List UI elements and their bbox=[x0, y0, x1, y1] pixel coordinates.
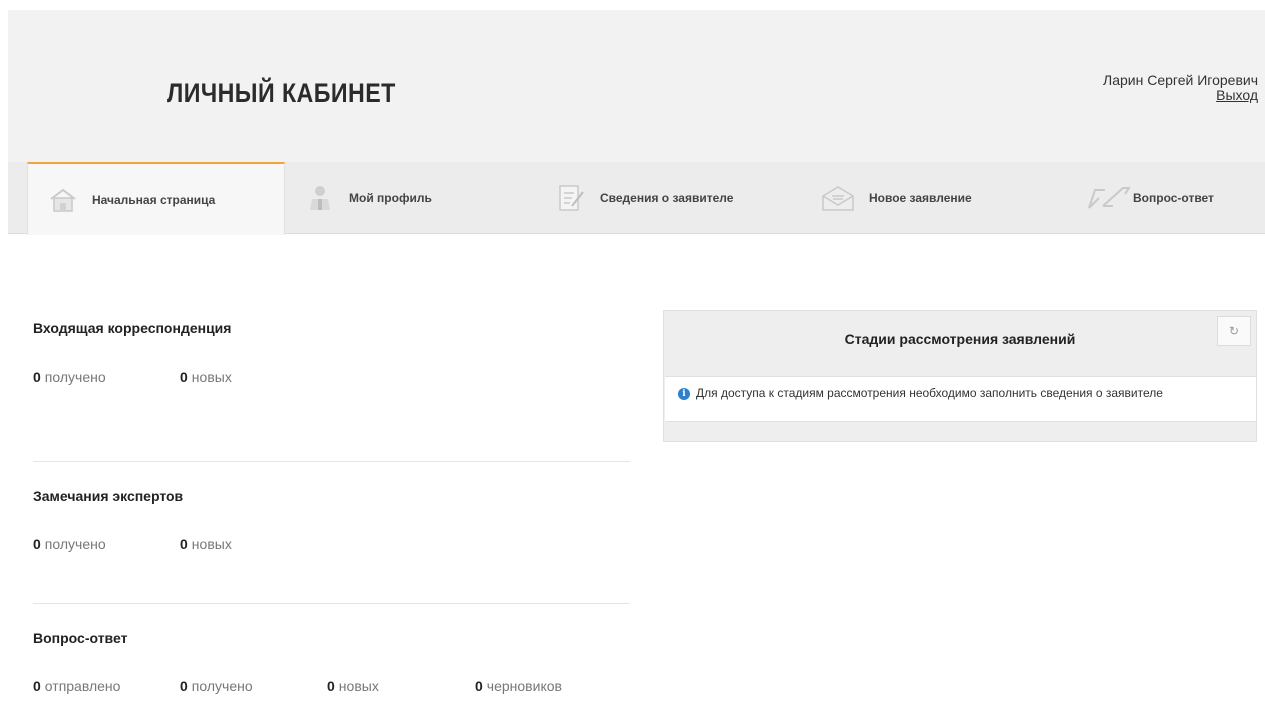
tab-home[interactable]: Начальная страница bbox=[27, 162, 285, 235]
profile-icon bbox=[305, 184, 335, 212]
stats-column: Входящая корреспонденция 0 получено 0 новы… bbox=[33, 320, 630, 722]
stat-block-expert-remarks: Замечания экспертов 0 получено 0 новых bbox=[33, 462, 630, 604]
page-header: ЛИЧНЫЙ КАБИНЕТ Ларин Сергей Игоревич Вых… bbox=[8, 10, 1265, 162]
stat-drafts[interactable]: 0 черновиков bbox=[475, 678, 562, 694]
arrows-icon bbox=[1085, 184, 1131, 212]
stat-new[interactable]: 0 новых bbox=[180, 369, 232, 385]
user-box: Ларин Сергей Игоревич Выход bbox=[1103, 73, 1258, 103]
stat-title[interactable]: Входящая корреспонденция bbox=[33, 320, 231, 336]
review-stages-panel: Стадии рассмотрения заявлений ↻ i Для до… bbox=[663, 310, 1257, 442]
stat-block-qa: Вопрос-ответ 0 отправлено 0 получено 0 новы… bbox=[33, 604, 630, 722]
tab-label: Новое заявление bbox=[869, 191, 972, 205]
info-icon: i bbox=[678, 388, 690, 400]
tab-label: Начальная страница bbox=[92, 192, 216, 207]
stat-received[interactable]: 0 получено bbox=[33, 536, 106, 552]
stat-received[interactable]: 0 получено bbox=[180, 678, 253, 694]
info-text: Для доступа к стадиям рассмотрения необх… bbox=[696, 386, 1163, 400]
stat-new[interactable]: 0 новых bbox=[180, 536, 232, 552]
envelope-icon bbox=[821, 184, 855, 212]
document-edit-icon bbox=[556, 184, 586, 212]
panel-title: Стадии рассмотрения заявлений bbox=[844, 331, 1076, 347]
tab-label: Мой профиль bbox=[349, 191, 432, 205]
refresh-icon: ↻ bbox=[1228, 324, 1240, 338]
tab-new-application[interactable]: Новое заявление bbox=[821, 162, 1051, 234]
stat-sent[interactable]: 0 отправлено bbox=[33, 678, 120, 694]
refresh-button[interactable]: ↻ bbox=[1217, 316, 1251, 346]
main-tabs: Начальная страница Мой профиль Сведения … bbox=[8, 162, 1265, 235]
stat-title[interactable]: Замечания экспертов bbox=[33, 488, 183, 504]
site-title: ЛИЧНЫЙ КАБИНЕТ bbox=[167, 78, 396, 108]
stat-received[interactable]: 0 получено bbox=[33, 369, 106, 385]
tab-label: Сведения о заявителе bbox=[600, 191, 734, 205]
stat-title[interactable]: Вопрос-ответ bbox=[33, 630, 127, 646]
logout-link[interactable]: Выход bbox=[1216, 87, 1258, 103]
tab-label: Вопрос-ответ bbox=[1133, 191, 1214, 205]
stat-new[interactable]: 0 новых bbox=[327, 678, 379, 694]
user-name: Ларин Сергей Игоревич bbox=[1103, 72, 1258, 88]
stat-block-incoming: Входящая корреспонденция 0 получено 0 новы… bbox=[33, 320, 630, 462]
tab-applicant-info[interactable]: Сведения о заявителе bbox=[556, 162, 816, 234]
info-message: i Для доступа к стадиям рассмотрения нео… bbox=[665, 376, 1256, 422]
home-icon bbox=[48, 186, 78, 214]
tab-qa[interactable]: Вопрос-ответ bbox=[1085, 162, 1260, 234]
tab-profile[interactable]: Мой профиль bbox=[305, 162, 535, 234]
